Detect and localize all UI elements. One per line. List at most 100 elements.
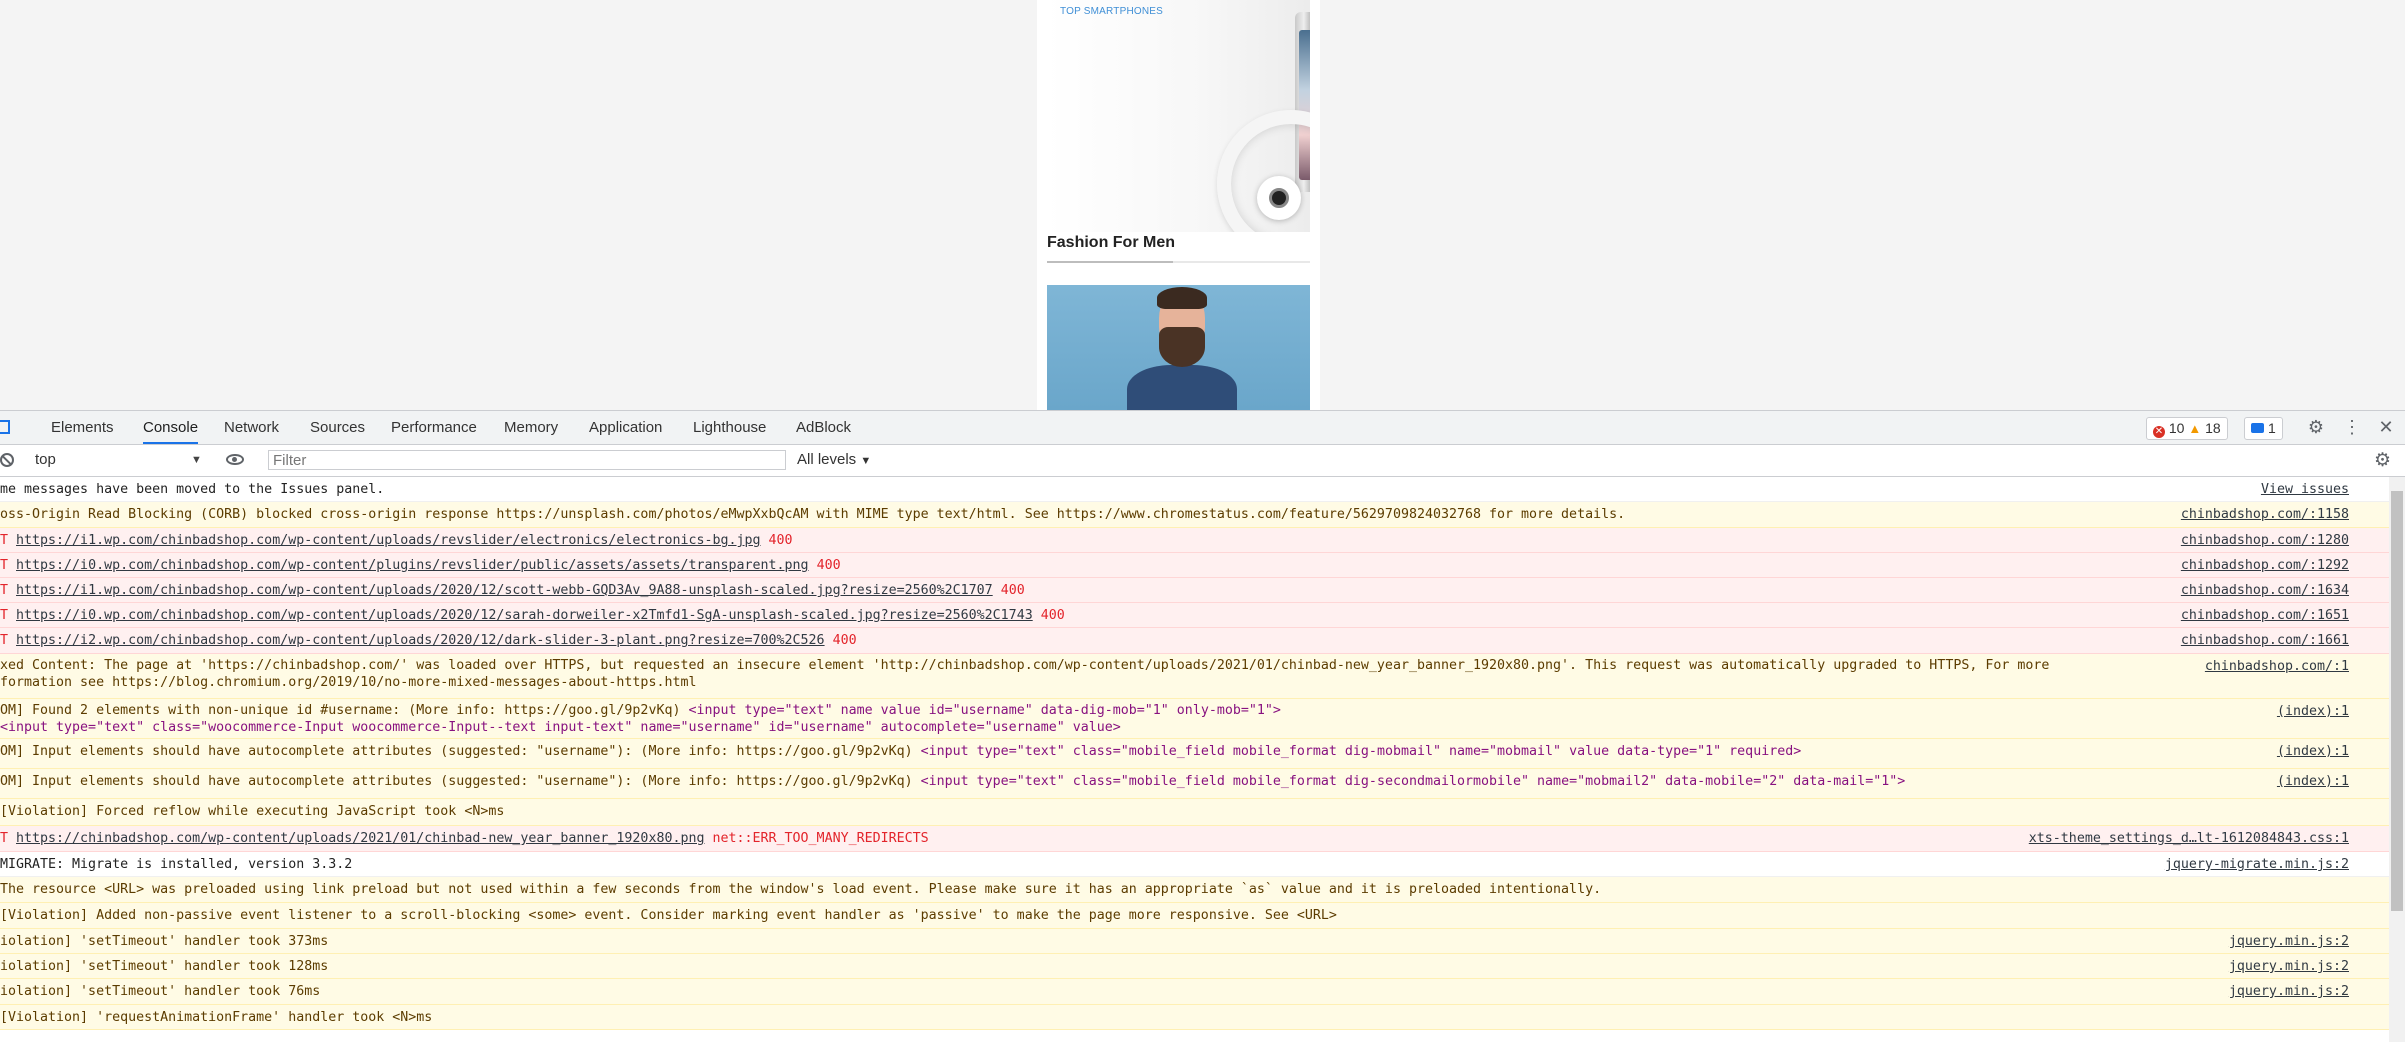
tab-adblock[interactable]: AdBlock — [796, 411, 851, 444]
error-warning-counter[interactable]: ✕ 10 ▲ 18 — [2146, 417, 2228, 440]
devtools-tabbar: Elements Console Network Sources Perform… — [0, 411, 2405, 445]
model-beard — [1159, 327, 1205, 367]
tab-application[interactable]: Application — [589, 411, 662, 444]
console-info-row[interactable]: me messages have been moved to the Issue… — [0, 477, 2389, 502]
console-warning-row[interactable]: OM] Input elements should have autocompl… — [0, 739, 2389, 769]
request-url-link[interactable]: https://i0.wp.com/chinbadshop.com/wp-con… — [16, 608, 1033, 623]
console-warning-row[interactable]: OM] Input elements should have autocompl… — [0, 769, 2389, 799]
source-link[interactable]: jquery.min.js:2 — [2229, 954, 2349, 978]
tab-performance[interactable]: Performance — [391, 411, 477, 444]
console-error-row[interactable]: T https://i1.wp.com/chinbadshop.com/wp-c… — [0, 528, 2389, 553]
mobile-page-preview[interactable]: TOP SMARTPHONES Fashion For Men — [1037, 0, 1320, 410]
status-code: 400 — [1032, 608, 1065, 623]
page-viewport: TOP SMARTPHONES Fashion For Men — [0, 0, 2405, 410]
console-message: OM] Input elements should have autocompl… — [0, 739, 1801, 764]
console-warning-row[interactable]: [Violation] Forced reflow while executin… — [0, 799, 2389, 826]
ear-cup-speaker — [1269, 188, 1289, 208]
view-issues-link[interactable]: View issues — [2261, 477, 2349, 501]
source-link[interactable]: chinbadshop.com/:1280 — [2181, 528, 2349, 552]
request-url-link[interactable]: https://i1.wp.com/chinbadshop.com/wp-con… — [16, 583, 993, 598]
console-message: oss-Origin Read Blocking (CORB) blocked … — [0, 502, 1625, 527]
kebab-menu-icon[interactable]: ⋮ — [2341, 416, 2363, 438]
filter-input[interactable] — [268, 450, 786, 470]
request-url-link[interactable]: https://chinbadshop.com/wp-content/uploa… — [16, 831, 704, 846]
fashion-men-image[interactable] — [1047, 285, 1310, 410]
tab-lighthouse[interactable]: Lighthouse — [693, 411, 766, 444]
caret-down-icon[interactable]: ▼ — [191, 449, 202, 471]
status-code: 400 — [808, 558, 841, 573]
console-warning-row[interactable]: xed Content: The page at 'https://chinba… — [0, 654, 2389, 699]
close-icon[interactable]: ✕ — [2375, 416, 2397, 438]
message-text: iolation] 'setTimeout' handler took 128m… — [0, 959, 329, 974]
message-text: The resource <URL> was preloaded using l… — [0, 882, 1602, 897]
message-text: me messages have been moved to the Issue… — [0, 482, 385, 497]
model-hair — [1157, 287, 1207, 309]
console-warning-row[interactable]: The resource <URL> was preloaded using l… — [0, 877, 2389, 903]
element-snippet[interactable]: <input type="text" class="mobile_field m… — [913, 744, 1802, 759]
tab-network[interactable]: Network — [224, 411, 279, 444]
source-link[interactable]: jquery.min.js:2 — [2229, 979, 2349, 1004]
console-settings-gear-icon[interactable]: ⚙ — [2374, 450, 2391, 472]
clear-console-icon[interactable] — [0, 453, 14, 467]
tab-elements[interactable]: Elements — [51, 411, 114, 444]
console-warning-row[interactable]: OM] Found 2 elements with non-unique id … — [0, 699, 2389, 739]
source-link[interactable]: chinbadshop.com/:1634 — [2181, 578, 2349, 602]
inspect-icon[interactable] — [0, 420, 10, 434]
issues-count: 1 — [2268, 420, 2276, 436]
source-link[interactable]: (index):1 — [2277, 739, 2349, 764]
eye-icon[interactable] — [226, 454, 244, 465]
source-link[interactable]: (index):1 — [2277, 699, 2349, 724]
source-link[interactable]: jquery.min.js:2 — [2229, 929, 2349, 953]
console-message: T https://i1.wp.com/chinbadshop.com/wp-c… — [0, 528, 793, 552]
element-snippet[interactable]: <input type="text" class="mobile_field m… — [913, 774, 1906, 789]
log-levels-label: All levels — [797, 451, 857, 468]
console-output[interactable]: me messages have been moved to the Issue… — [0, 477, 2389, 1042]
warning-count: 18 — [2205, 420, 2221, 436]
tab-memory[interactable]: Memory — [504, 411, 558, 444]
tab-sources[interactable]: Sources — [310, 411, 365, 444]
console-message: me messages have been moved to the Issue… — [0, 477, 385, 501]
warning-icon: ▲ — [2188, 421, 2202, 436]
error-count: 10 — [2168, 420, 2185, 436]
source-link[interactable]: chinbadshop.com/:1651 — [2181, 603, 2349, 627]
request-url-link[interactable]: https://i0.wp.com/chinbadshop.com/wp-con… — [16, 558, 809, 573]
console-scroll-thumb[interactable] — [2391, 491, 2403, 911]
log-levels-dropdown[interactable]: All levels ▼ — [797, 449, 871, 472]
console-warning-row[interactable]: iolation] 'setTimeout' handler took 373m… — [0, 929, 2389, 954]
console-warning-row[interactable]: [Violation] Added non-passive event list… — [0, 903, 2389, 929]
console-error-row[interactable]: T https://i0.wp.com/chinbadshop.com/wp-c… — [0, 553, 2389, 578]
request-url-link[interactable]: https://i2.wp.com/chinbadshop.com/wp-con… — [16, 633, 825, 648]
section-title: Fashion For Men — [1047, 234, 1175, 251]
banner-label[interactable]: TOP SMARTPHONES — [1060, 6, 1163, 17]
product-banner[interactable] — [1047, 0, 1310, 232]
console-message: The resource <URL> was preloaded using l… — [0, 877, 1601, 902]
gear-icon[interactable]: ⚙ — [2305, 416, 2327, 438]
source-link[interactable]: xts-theme_settings_d…lt-1612084843.css:1 — [2029, 826, 2349, 851]
console-info-row[interactable]: MIGRATE: Migrate is installed, version 3… — [0, 852, 2389, 877]
console-message: T https://i0.wp.com/chinbadshop.com/wp-c… — [0, 553, 841, 577]
element-snippet[interactable]: <input type="text" name value id="userna… — [680, 703, 1280, 718]
message-continuation: formation see https://blog.chromium.org/… — [0, 675, 697, 690]
console-error-row[interactable]: T https://chinbadshop.com/wp-content/upl… — [0, 826, 2389, 852]
console-error-row[interactable]: T https://i1.wp.com/chinbadshop.com/wp-c… — [0, 578, 2389, 603]
source-link[interactable]: chinbadshop.com/:1158 — [2181, 502, 2349, 527]
source-link[interactable]: chinbadshop.com/:1661 — [2181, 628, 2349, 653]
source-link[interactable]: (index):1 — [2277, 769, 2349, 794]
tab-console[interactable]: Console — [143, 411, 199, 444]
console-warning-row[interactable]: [Violation] 'requestAnimationFrame' hand… — [0, 1005, 2389, 1030]
console-message: [Violation] 'requestAnimationFrame' hand… — [0, 1005, 432, 1029]
source-link[interactable]: chinbadshop.com/:1292 — [2181, 553, 2349, 577]
console-warning-row[interactable]: oss-Origin Read Blocking (CORB) blocked … — [0, 502, 2389, 528]
console-message: T https://chinbadshop.com/wp-content/upl… — [0, 826, 929, 851]
console-error-row[interactable]: T https://i2.wp.com/chinbadshop.com/wp-c… — [0, 628, 2389, 654]
console-warning-row[interactable]: iolation] 'setTimeout' handler took 76ms… — [0, 979, 2389, 1005]
console-warning-row[interactable]: iolation] 'setTimeout' handler took 128m… — [0, 954, 2389, 979]
context-selector[interactable]: top — [35, 449, 205, 471]
source-link[interactable]: chinbadshop.com/:1 — [2205, 654, 2349, 679]
console-message: T https://i1.wp.com/chinbadshop.com/wp-c… — [0, 578, 1025, 602]
model-shirt — [1127, 365, 1237, 410]
request-url-link[interactable]: https://i1.wp.com/chinbadshop.com/wp-con… — [16, 533, 761, 548]
issues-counter[interactable]: 1 — [2244, 417, 2283, 440]
console-error-row[interactable]: T https://i0.wp.com/chinbadshop.com/wp-c… — [0, 603, 2389, 628]
source-link[interactable]: jquery-migrate.min.js:2 — [2165, 852, 2349, 876]
